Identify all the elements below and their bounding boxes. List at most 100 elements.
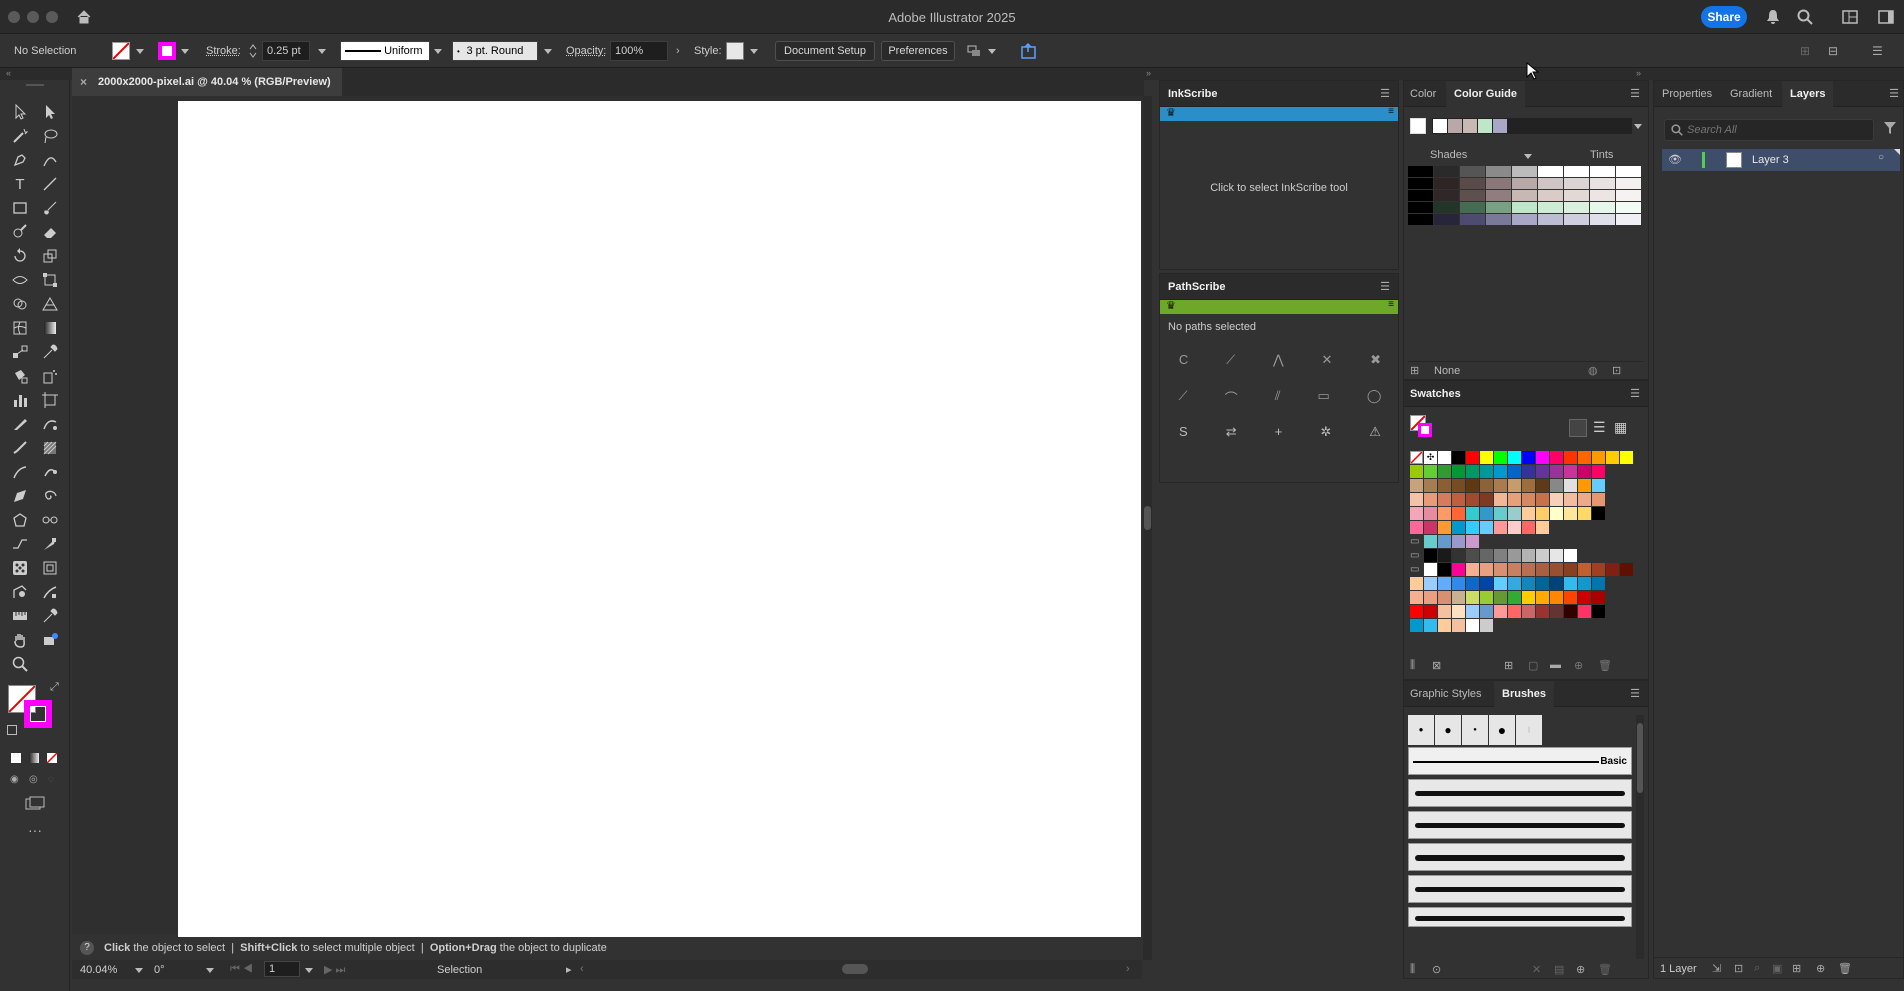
color-swatch[interactable] [1494,521,1507,534]
brush-charcoal-2[interactable] [1408,811,1632,839]
opacity-arrow-icon[interactable]: › [676,45,680,57]
new-layer-icon[interactable]: ⊕ [1816,962,1825,975]
color-swatch[interactable] [1424,591,1437,604]
color-swatch[interactable] [1452,549,1465,562]
tab-color[interactable]: Color [1410,81,1436,107]
inkscribe-title[interactable]: InkScribe [1168,88,1218,100]
tab-color-guide[interactable]: Color Guide [1446,81,1525,107]
locate-object-icon[interactable]: ⌕ [1754,962,1760,975]
color-swatch[interactable] [1452,591,1465,604]
arrange-icon[interactable] [966,44,982,61]
layer-target-icon[interactable]: ○ [1878,152,1884,163]
color-swatch[interactable] [1578,493,1591,506]
type-tool-icon[interactable]: T [10,174,30,194]
harmony-dropdown-icon[interactable] [1634,124,1642,129]
swatches-title[interactable]: Swatches [1410,388,1461,400]
layers-search-input[interactable] [1687,122,1867,138]
base-color-swatch[interactable] [1410,118,1426,134]
color-swatch[interactable] [1424,549,1437,562]
pathscribe-c-button[interactable]: C [1179,352,1188,368]
color-swatch[interactable] [1508,493,1521,506]
color-swatch[interactable] [1508,591,1521,604]
shade-swatch[interactable] [1512,190,1537,201]
color-swatch[interactable] [1466,619,1479,632]
color-swatch[interactable] [1578,451,1591,464]
rotate-tool-icon[interactable] [10,246,30,266]
color-swatch[interactable] [1508,605,1521,618]
status-menu-arrow-icon[interactable]: ▸ [566,963,572,976]
layers-menu-icon[interactable]: ☰ [1889,81,1899,107]
shade-swatch[interactable] [1408,202,1433,213]
color-swatch[interactable] [1522,465,1535,478]
swatch-libraries-icon[interactable]: ⊞ [1410,364,1419,377]
brush-options-icon[interactable]: ▤ [1554,963,1564,976]
profile-dropdown-icon[interactable] [434,49,442,54]
color-swatch[interactable] [1438,619,1451,632]
edit-colors-icon[interactable]: ◍ [1588,364,1598,377]
bell-icon[interactable] [1766,9,1780,28]
gradient-mode-button[interactable] [29,753,39,763]
color-swatch[interactable] [1466,605,1479,618]
inkscribe-tool-icon[interactable] [40,414,60,434]
mesh-tool-icon[interactable] [10,318,30,338]
collapse-layers-icon[interactable]: » [1636,68,1641,78]
eraser-tool-icon[interactable] [40,222,60,242]
color-swatch[interactable] [1592,563,1605,576]
color-swatch[interactable] [1438,479,1451,492]
shade-swatch[interactable] [1538,214,1563,225]
fill-none-swatch[interactable] [112,42,130,60]
color-swatch[interactable] [1550,591,1563,604]
shade-swatch[interactable] [1590,190,1615,201]
color-swatch[interactable] [1466,535,1479,548]
swatch-options-icon[interactable]: ⊞ [1504,659,1513,672]
harmony-color-4[interactable] [1493,119,1507,133]
artboard[interactable] [178,101,1141,937]
document-tab[interactable]: × 2000x2000-pixel.ai @ 40.04 % (RGB/Prev… [72,68,342,96]
none-mode-button[interactable] [47,753,57,763]
zoom-dropdown-icon[interactable] [135,968,143,973]
color-swatch[interactable] [1438,563,1451,576]
color-swatch[interactable] [1466,563,1479,576]
shade-swatch[interactable] [1486,166,1511,177]
color-swatch[interactable] [1480,479,1493,492]
color-swatch[interactable] [1536,451,1549,464]
color-swatch[interactable] [1550,563,1563,576]
color-swatch[interactable] [1536,549,1549,562]
layer-name[interactable]: Layer 3 [1752,154,1789,166]
vertical-scroll-thumb[interactable] [1144,506,1151,530]
swap-fill-stroke-icon[interactable]: ⤢ [50,681,59,694]
collapse-panels-icon[interactable]: » [1146,68,1151,78]
color-swatch[interactable] [1620,451,1633,464]
orient-tool-icon[interactable] [40,558,60,578]
delete-brush-icon[interactable]: 🗑 [1598,963,1612,976]
color-swatch[interactable] [1452,451,1465,464]
shade-swatch[interactable] [1434,166,1459,177]
shade-swatch[interactable] [1564,214,1589,225]
shade-swatch[interactable] [1512,202,1537,213]
color-swatch[interactable] [1438,577,1451,590]
shade-swatch[interactable] [1408,214,1433,225]
hatch-tool-icon[interactable] [40,534,60,554]
color-swatch[interactable] [1578,591,1591,604]
collect-export-icon[interactable]: ⊡ [1734,962,1743,975]
color-swatch[interactable] [1438,507,1451,520]
remove-brush-stroke-icon[interactable]: ✕ [1532,963,1541,976]
connector-tool-icon[interactable] [10,534,30,554]
tab-gradient[interactable]: Gradient [1730,81,1772,107]
color-group-folder-icon[interactable]: ▭ [1410,535,1423,548]
direct-selection-tool-icon[interactable] [40,102,60,122]
color-swatch[interactable] [1508,479,1521,492]
color-swatch[interactable] [1494,563,1507,576]
brush-charcoal-1[interactable] [1408,779,1632,807]
color-swatch[interactable] [1410,619,1423,632]
shade-swatch[interactable] [1616,214,1641,225]
inkscribe-message[interactable]: Click to select InkScribe tool [1160,182,1398,194]
color-swatch[interactable] [1522,507,1535,520]
color-swatch[interactable] [1550,451,1563,464]
color-swatch[interactable] [1564,591,1577,604]
shaper-tool-icon[interactable] [10,222,30,242]
color-swatch[interactable] [1438,451,1451,464]
blend-tool-icon[interactable] [10,342,30,362]
color-swatch[interactable] [1424,605,1437,618]
harmony-color-2[interactable] [1463,119,1477,133]
